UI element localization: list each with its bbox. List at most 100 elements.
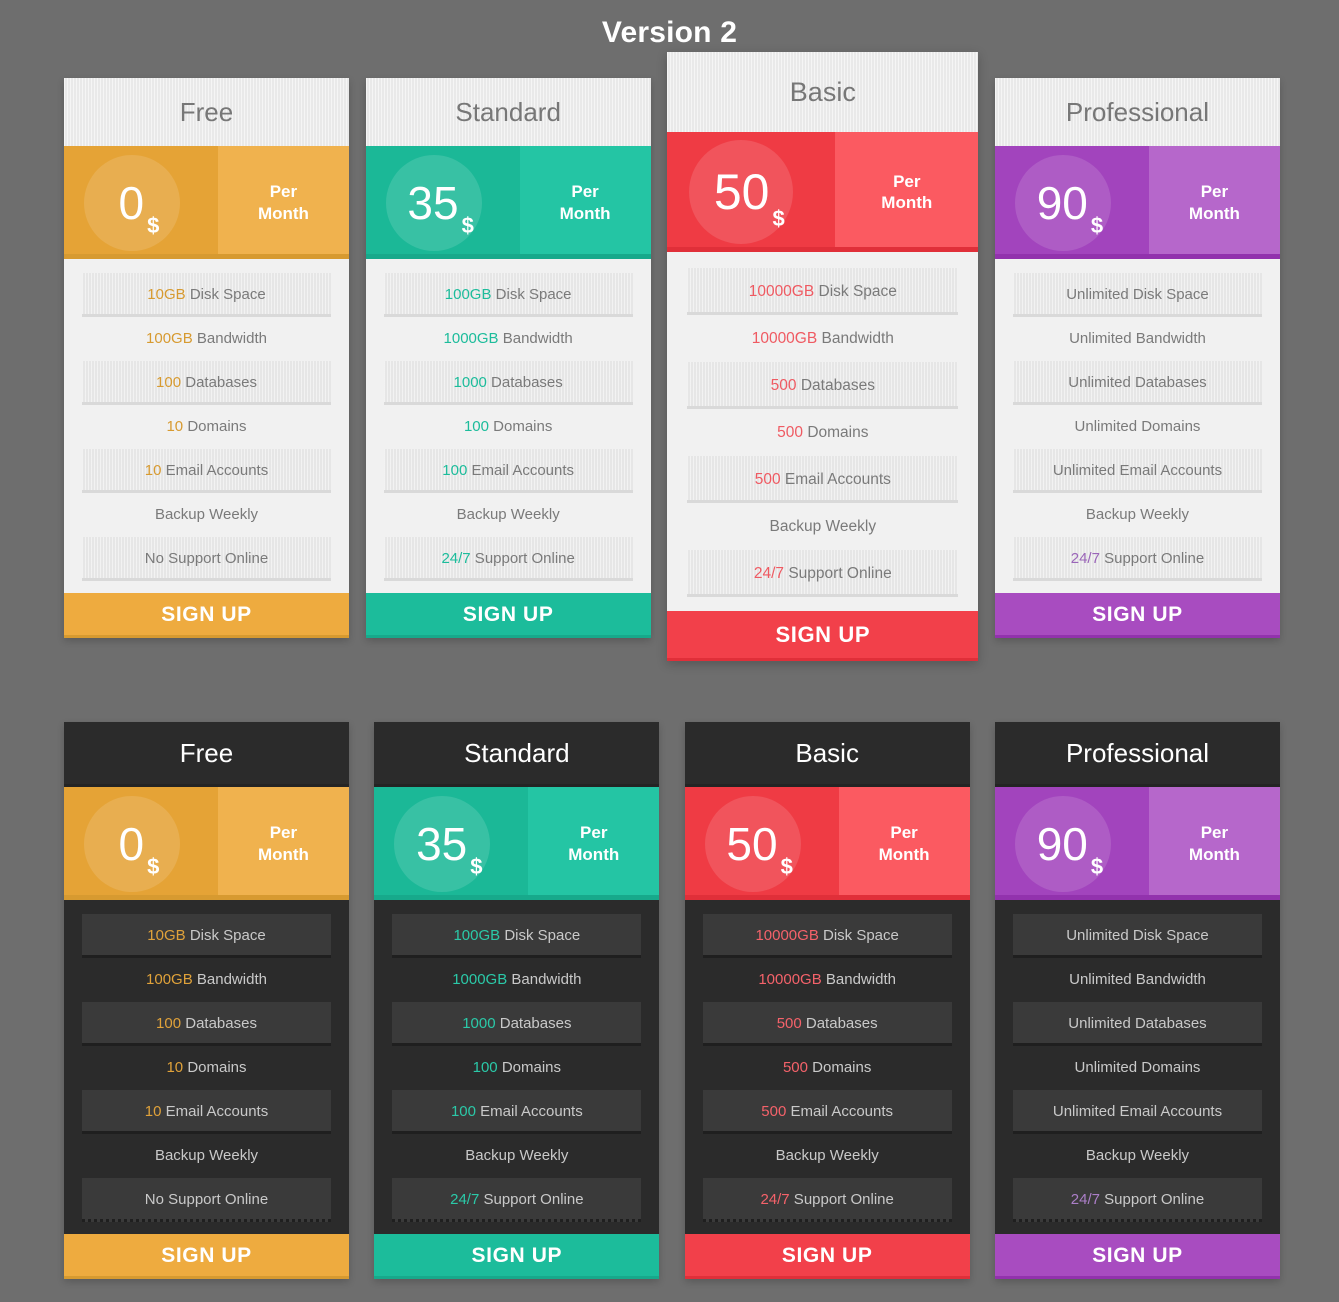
pricing-card-standard-light: Standard 35 $ Per Month 100GB Disk Space 1000G… <box>365 78 651 638</box>
feature-item: 10000GB Bandwidth <box>703 958 952 1002</box>
price-currency: $ <box>147 854 160 879</box>
price-period: Per Month <box>1148 146 1280 259</box>
feature-value: 10 <box>166 1059 184 1076</box>
price-amount-area: 90 $ <box>994 787 1149 900</box>
feature-label: Backup Weekly <box>154 506 259 523</box>
feature-value: 100GB <box>146 971 193 988</box>
feature-item: 1000 Databases <box>392 1002 642 1046</box>
signup-button[interactable]: SIGN UP <box>365 593 651 638</box>
feature-label: Support Online <box>1099 550 1205 567</box>
price-period: Per Month <box>519 146 651 259</box>
price-block: 0 $ Per Month <box>64 787 349 900</box>
feature-item: 10 Email Accounts <box>82 449 331 493</box>
price-block: 35 $ Per Month <box>374 787 660 900</box>
feature-label: Email Accounts <box>786 1103 894 1120</box>
feature-item: No Support Online <box>82 1178 331 1222</box>
plan-name: Professional <box>994 78 1280 146</box>
feature-item: 100GB Bandwidth <box>82 317 331 361</box>
feature-value: 500 <box>754 471 781 488</box>
feature-label: Backup Weekly <box>775 1147 879 1164</box>
feature-list: Unlimited Disk Space Unlimited Bandwidth U… <box>994 259 1280 593</box>
price-block: 35 $ Per Month <box>365 146 651 259</box>
price-underline <box>365 254 651 259</box>
feature-value: 100 <box>472 1059 498 1076</box>
feature-item: 10GB Disk Space <box>82 273 331 317</box>
signup-button[interactable]: SIGN UP <box>64 1234 349 1279</box>
feature-label: Support Online <box>784 565 892 582</box>
feature-label: Databases <box>801 1015 878 1032</box>
signup-button[interactable]: SIGN UP <box>64 593 349 638</box>
price-currency: $ <box>772 206 785 231</box>
price-amount: 50 <box>726 817 778 870</box>
price-period: Per Month <box>838 787 970 900</box>
feature-item: No Support Online <box>82 537 331 581</box>
feature-item: 100 Domains <box>384 405 633 449</box>
feature-item: 1000GB Bandwidth <box>392 958 641 1002</box>
feature-value: 24/7 <box>1070 550 1100 567</box>
price-underline <box>64 254 349 259</box>
feature-label: Bandwidth <box>498 330 573 347</box>
feature-label: Unlimited Databases <box>1068 1015 1207 1032</box>
price-amount: 90 <box>1036 817 1088 870</box>
feature-label: Disk Space <box>491 286 572 303</box>
feature-item: Unlimited Email Accounts <box>1012 449 1262 493</box>
feature-label: Domains <box>807 1059 872 1076</box>
plan-name: Standard <box>365 78 651 146</box>
price-currency: $ <box>470 854 483 879</box>
feature-item: Backup Weekly <box>384 493 633 537</box>
feature-label: Domains <box>497 1059 562 1076</box>
feature-item: 100GB Bandwidth <box>82 958 331 1002</box>
signup-button[interactable]: SIGN UP <box>994 593 1280 638</box>
feature-value: 24/7 <box>1070 1191 1100 1208</box>
price-underline <box>64 895 349 900</box>
feature-value: 100 <box>450 1103 476 1120</box>
feature-label: Domains <box>803 424 869 441</box>
price-amount-area: 35 $ <box>374 787 529 900</box>
feature-item: 100 Domains <box>392 1046 641 1090</box>
feature-label: Support Online <box>479 1191 584 1208</box>
feature-label: Databases <box>181 1015 257 1032</box>
feature-label: Backup Weekly <box>465 1147 569 1164</box>
price-block: 0 $ Per Month <box>64 146 349 259</box>
price-currency: $ <box>461 213 474 238</box>
price-currency: $ <box>1090 213 1104 238</box>
feature-value: 1000 <box>462 1015 496 1032</box>
feature-label: Databases <box>796 377 875 394</box>
feature-value: 24/7 <box>753 565 785 582</box>
feature-label: Email Accounts <box>161 1103 269 1120</box>
feature-value: 500 <box>782 1059 808 1076</box>
plan-name: Professional <box>994 722 1280 787</box>
feature-item: Unlimited Bandwidth <box>1013 958 1262 1002</box>
signup-button[interactable]: SIGN UP <box>994 1234 1280 1279</box>
price-underline <box>684 895 970 900</box>
feature-item: Unlimited Disk Space <box>1012 273 1262 317</box>
feature-list: Unlimited Disk Space Unlimited Bandwidth U… <box>994 900 1280 1234</box>
feature-label: Disk Space <box>500 927 581 944</box>
feature-list: 100GB Disk Space 1000GB Bandwidth 1000 Dat… <box>365 259 651 593</box>
price-underline <box>667 247 979 252</box>
feature-list: 100GB Disk Space 1000GB Bandwidth 1000 Dat… <box>374 900 660 1234</box>
feature-label: Databases <box>486 374 563 391</box>
price-currency: $ <box>1090 854 1104 879</box>
signup-button[interactable]: SIGN UP <box>374 1234 660 1279</box>
feature-item: 24/7 Support Online <box>1012 537 1262 581</box>
feature-value: 100 <box>156 1015 182 1032</box>
feature-value: 500 <box>770 377 797 394</box>
feature-item: Unlimited Domains <box>1013 405 1262 449</box>
feature-item: 500 Domains <box>687 409 958 456</box>
price-block: 50 $ Per Month <box>667 132 979 252</box>
feature-item: 24/7 Support Online <box>392 1178 642 1222</box>
feature-item: 24/7 Support Online <box>1012 1178 1262 1222</box>
feature-value: 10000GB <box>748 283 815 300</box>
feature-label: Unlimited Disk Space <box>1066 927 1209 944</box>
signup-button[interactable]: SIGN UP <box>667 611 979 661</box>
signup-button[interactable]: SIGN UP <box>684 1234 970 1279</box>
feature-label: Unlimited Email Accounts <box>1052 462 1223 479</box>
feature-value: 10 <box>166 418 184 435</box>
price-period: Per Month <box>217 146 349 259</box>
price-amount-area: 50 $ <box>684 787 839 900</box>
feature-item: Backup Weekly <box>687 503 958 550</box>
feature-value: 1000 <box>453 374 487 391</box>
feature-label: Unlimited Domains <box>1074 1059 1201 1076</box>
pricing-card-professional-dark: Professional 90 $ Per Month Unlimited Disk Sp… <box>994 722 1280 1279</box>
